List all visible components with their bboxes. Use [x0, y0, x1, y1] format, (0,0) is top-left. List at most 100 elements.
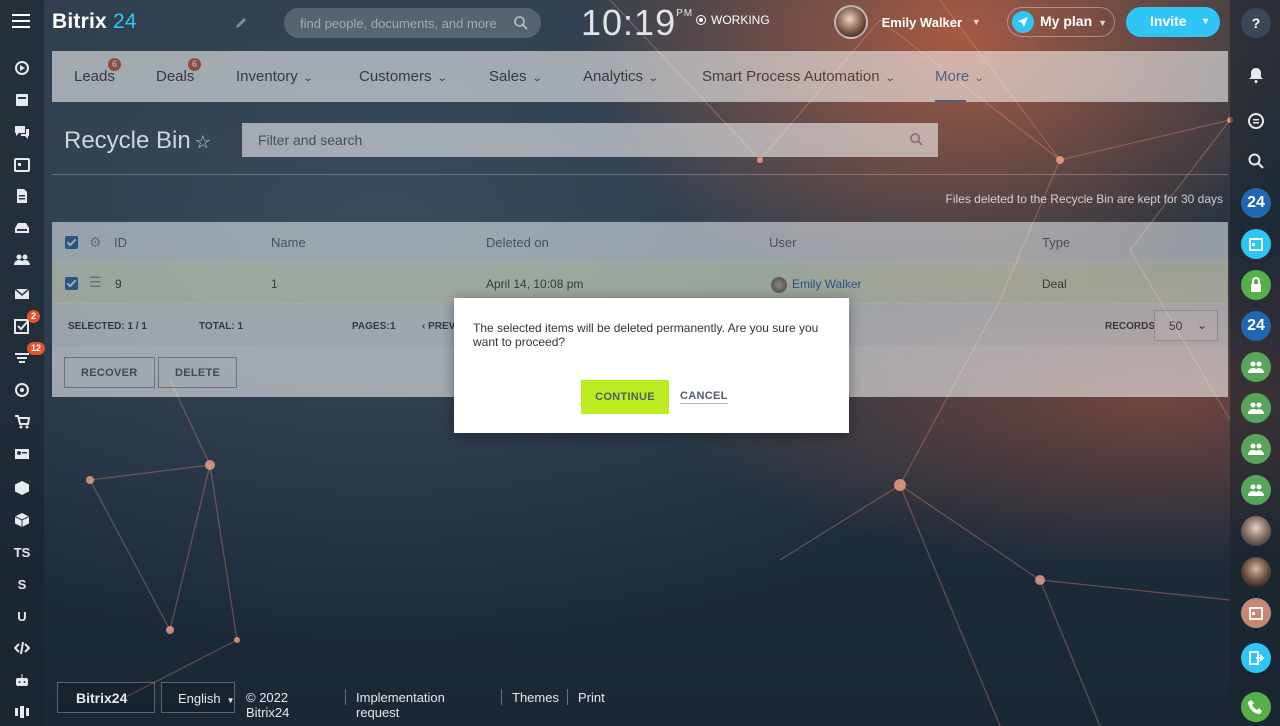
tab-label: Sales	[489, 68, 527, 85]
selected-count: SELECTED: 1 / 1	[68, 321, 147, 332]
confirm-delete-dialog: The selected items will be deleted perma…	[454, 298, 849, 433]
logo-number: 24	[112, 10, 137, 33]
divider	[52, 174, 1228, 175]
bell-icon	[1249, 68, 1263, 83]
group-chat-2-button[interactable]	[1241, 393, 1271, 423]
sidebar-item-ts[interactable]: TS	[10, 540, 34, 564]
notifications-button[interactable]	[1241, 60, 1271, 90]
clock-ampm: PM	[676, 8, 694, 19]
sliders-icon	[15, 706, 29, 718]
column-header-type[interactable]: Type	[1042, 235, 1070, 250]
sidebar-item-chat[interactable]	[10, 120, 34, 144]
row-checkbox[interactable]	[65, 277, 78, 290]
search-button[interactable]	[1241, 146, 1271, 176]
themes-link[interactable]: Themes	[512, 690, 559, 705]
sidebar-item-drive[interactable]	[10, 216, 34, 240]
my-plan-button[interactable]: My plan ▼	[1007, 7, 1115, 37]
pages-value[interactable]: 1	[390, 321, 396, 332]
implementation-request-link[interactable]: Implementation request	[356, 690, 445, 720]
sidebar-item-feed[interactable]	[10, 56, 34, 80]
language-value: English	[178, 691, 221, 706]
print-link[interactable]: Print	[578, 690, 605, 705]
global-search-input[interactable]: find people, documents, and more	[284, 8, 541, 38]
filter-search-input[interactable]: Filter and search	[242, 123, 938, 157]
sidebar-item-store[interactable]	[10, 410, 34, 434]
sidebar-item-s[interactable]: S	[10, 572, 34, 596]
tab-sales[interactable]: Sales ⌄	[489, 68, 542, 85]
records-per-page-select[interactable]: 50 ⌄	[1154, 310, 1218, 341]
bitrix24-support-button[interactable]: 24	[1241, 311, 1271, 341]
lock-button[interactable]	[1241, 270, 1271, 300]
tab-deals[interactable]: Deals 6	[156, 58, 202, 85]
sidebar-item-calendar[interactable]	[10, 152, 34, 176]
header: Bitrix 24 find people, documents, and mo…	[44, 0, 1230, 48]
table-row[interactable]: ☰ 9 1 April 14, 10:08 pm Emily Walker De…	[52, 263, 1228, 303]
sidebar-item-contacts[interactable]	[10, 442, 34, 466]
right-sidebar: ? 24 24	[1230, 0, 1280, 726]
total-count: TOTAL: 1	[199, 321, 244, 332]
exit-button[interactable]	[1241, 643, 1271, 673]
language-select[interactable]: English ▼	[161, 682, 235, 713]
chevron-down-icon: ⌄	[884, 73, 896, 84]
call-button[interactable]	[1241, 692, 1271, 722]
tab-analytics[interactable]: Analytics ⌄	[583, 68, 659, 85]
invite-button[interactable]: Invite ▼	[1126, 7, 1220, 37]
deals-badge: 6	[188, 58, 202, 71]
bitrix24-chat-button[interactable]: 24	[1241, 188, 1271, 218]
contact-avatar-2[interactable]	[1241, 557, 1271, 587]
sidebar-item-u[interactable]: U	[10, 604, 34, 628]
records-value: 50	[1169, 319, 1183, 333]
row-menu-icon[interactable]: ☰	[89, 274, 102, 291]
tab-inventory[interactable]: Inventory ⌄	[236, 68, 313, 85]
divider	[501, 689, 502, 705]
cancel-button[interactable]: CANCEL	[680, 390, 728, 404]
help-button[interactable]: ?	[1241, 8, 1271, 38]
continue-button[interactable]: CONTINUE	[581, 380, 669, 414]
star-icon[interactable]: ☆	[195, 132, 211, 152]
sidebar-item-robot[interactable]	[10, 668, 34, 692]
activity-button[interactable]	[1241, 106, 1271, 136]
sidebar-item-employees[interactable]	[10, 248, 34, 272]
tab-more[interactable]: More ⌄	[935, 68, 985, 102]
column-header-id[interactable]: ID	[114, 235, 127, 250]
clock[interactable]: 10:19PM	[581, 2, 693, 44]
sidebar-item-mail[interactable]	[10, 282, 34, 306]
tab-smart-process-automation[interactable]: Smart Process Automation ⌄	[702, 68, 896, 85]
recover-button[interactable]: RECOVER	[64, 357, 155, 388]
pencil-icon[interactable]	[234, 16, 248, 30]
delete-button[interactable]: DELETE	[158, 357, 238, 388]
calendar-button[interactable]	[1241, 229, 1271, 259]
work-status[interactable]: WORKING	[696, 13, 770, 27]
sidebar-item-crm[interactable]: 12	[10, 342, 46, 370]
gear-icon[interactable]: ⚙	[89, 234, 102, 251]
divider	[345, 689, 346, 705]
sidebar-item-developer[interactable]	[10, 636, 34, 660]
sidebar-item-marketing[interactable]	[10, 378, 34, 402]
tab-leads[interactable]: Leads 6	[74, 58, 122, 85]
column-header-deleted-on[interactable]: Deleted on	[486, 235, 549, 250]
group-chat-4-button[interactable]	[1241, 475, 1271, 505]
filter-placeholder: Filter and search	[258, 132, 363, 148]
app-logo[interactable]: Bitrix 24	[52, 10, 137, 34]
prev-page-button[interactable]: ‹ PREV	[422, 321, 455, 332]
group-chat-1-button[interactable]	[1241, 352, 1271, 382]
lock-icon	[1251, 277, 1261, 292]
page-title: Recycle Bin ☆	[64, 127, 211, 155]
meeting-button[interactable]	[1241, 598, 1271, 628]
sidebar-item-tasks-list[interactable]	[10, 88, 34, 112]
contact-avatar-1[interactable]	[1241, 516, 1271, 546]
user-menu[interactable]: Emily Walker ▼	[834, 5, 981, 41]
select-all-checkbox[interactable]	[65, 236, 78, 249]
sidebar-item-catalog[interactable]	[10, 508, 34, 532]
footer-logo-button[interactable]: Bitrix24	[57, 682, 155, 713]
tab-customers[interactable]: Customers ⌄	[359, 68, 447, 85]
sidebar-item-tasks[interactable]: 2	[10, 310, 41, 338]
row-user-link[interactable]: Emily Walker	[792, 277, 862, 291]
sidebar-item-settings[interactable]	[10, 700, 34, 724]
column-header-name[interactable]: Name	[271, 235, 306, 250]
column-header-user[interactable]: User	[769, 235, 796, 250]
sidebar-item-documents[interactable]	[10, 184, 34, 208]
group-chat-3-button[interactable]	[1241, 434, 1271, 464]
sidebar-item-inventory[interactable]	[10, 476, 34, 500]
hamburger-menu-icon[interactable]	[12, 13, 30, 29]
